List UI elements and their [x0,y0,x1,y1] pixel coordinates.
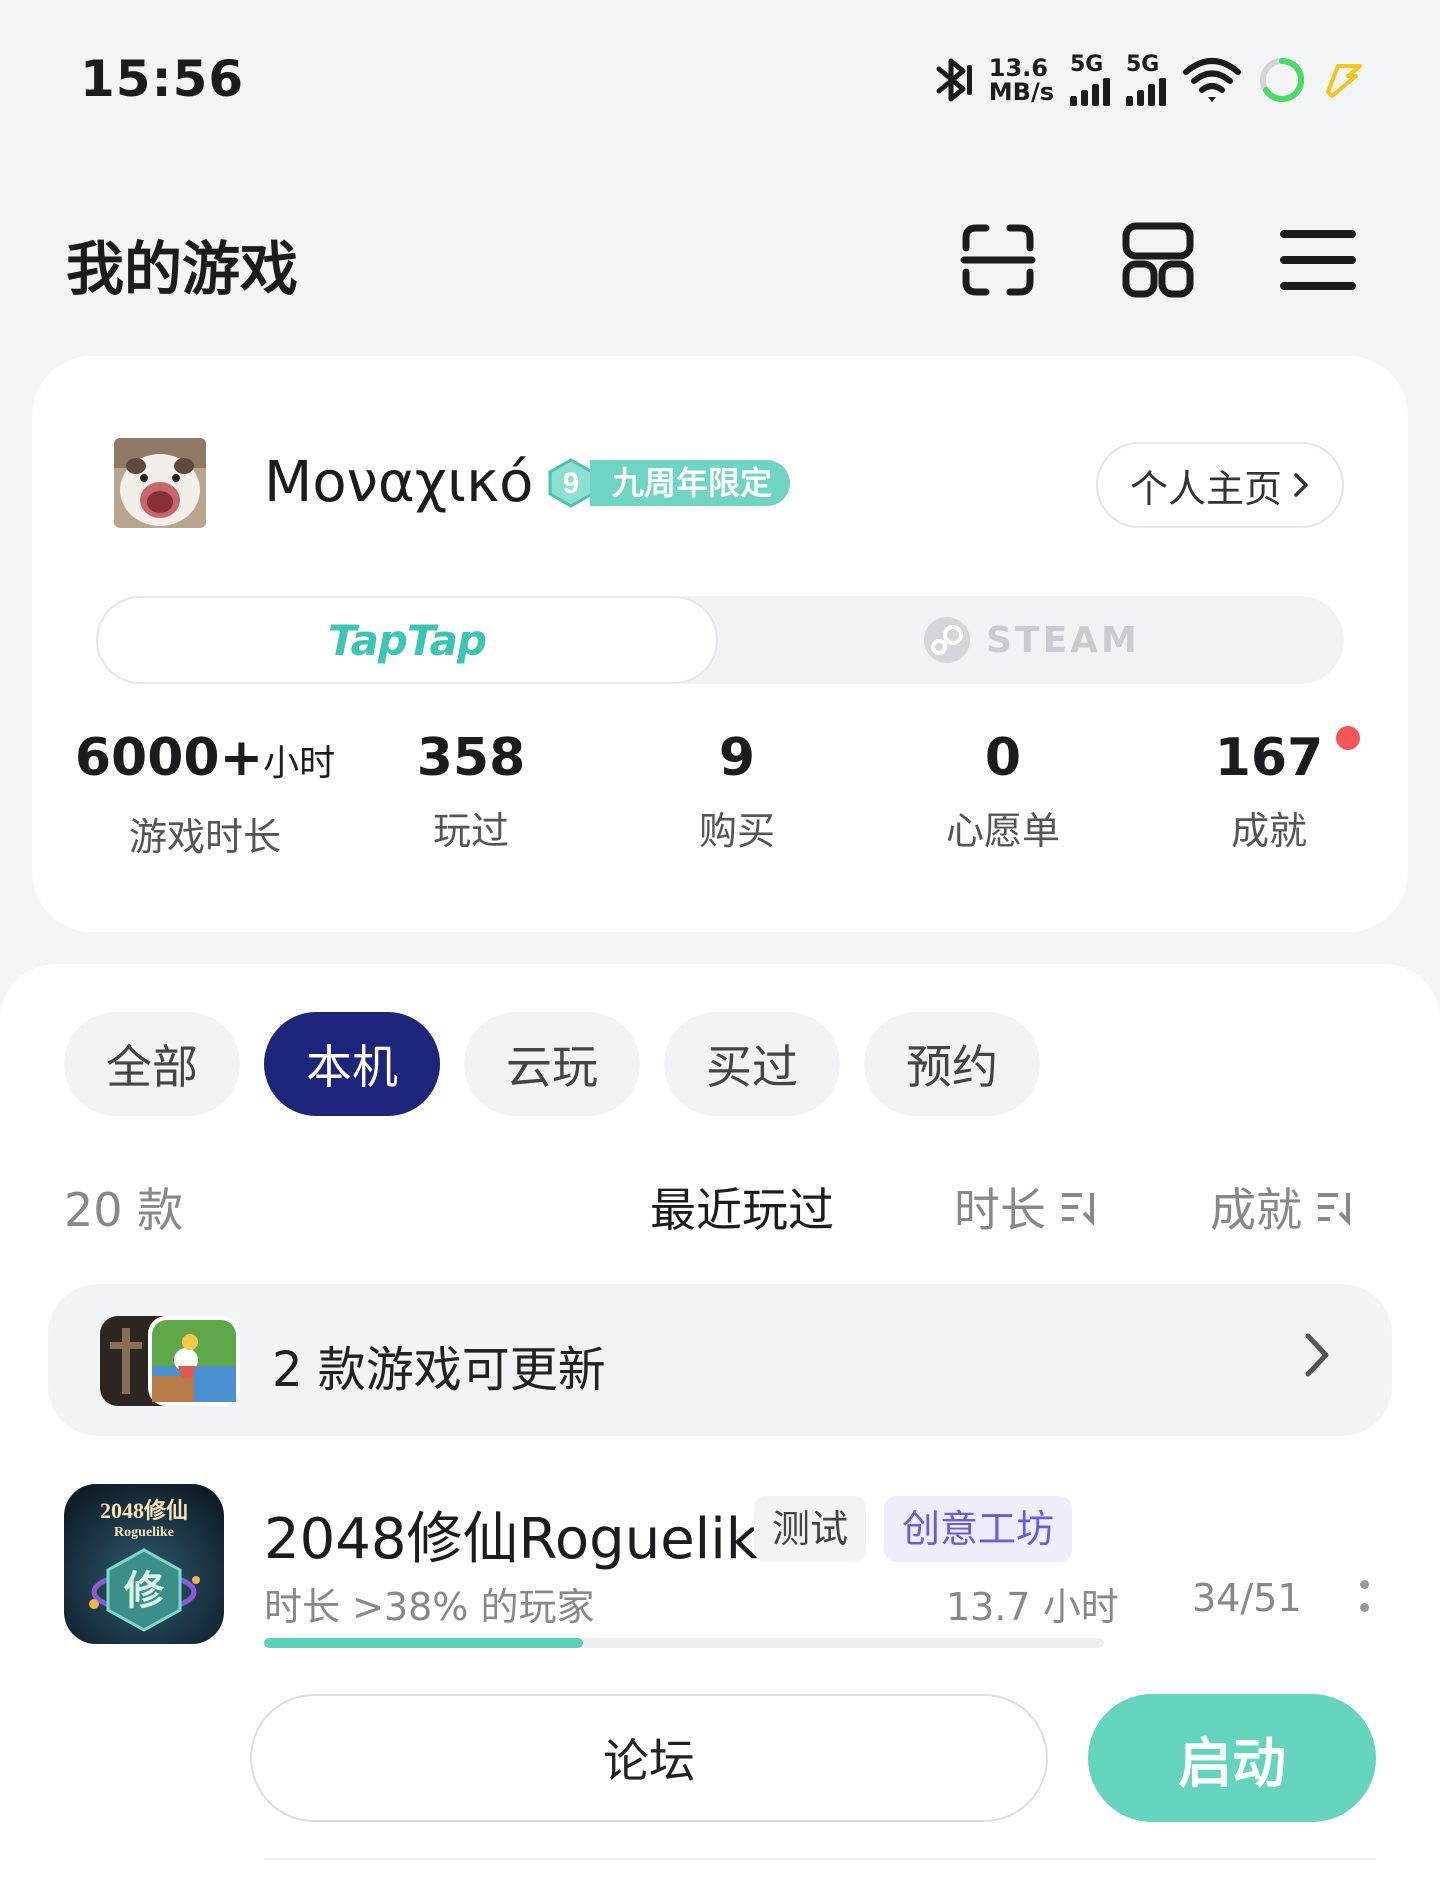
status-icons: 13.6 MB/s 5G 5G [933,52,1362,108]
badge-label: 九周年限定 [590,460,791,506]
game-icon-title: 2048修仙 [100,1498,188,1523]
launch-button[interactable]: 启动 [1088,1694,1376,1822]
game-icon-glyph: 修 [124,1568,165,1614]
stat-label: 玩过 [432,809,509,853]
stat-label: 成就 [1230,809,1307,853]
tab-cloud[interactable]: 云玩 [464,1012,640,1116]
badge-hexagon-icon: 9 [548,458,594,508]
platform-tab-taptap[interactable]: TapTap [96,596,718,684]
game-hours: 13.7 小时 [946,1585,1119,1629]
stat-value: 9 [718,728,756,788]
stat-value: 358 [416,728,526,788]
stat-unit: 小时 [263,743,336,784]
network-speed: 13.6 MB/s [989,56,1054,104]
chevron-right-icon [1294,473,1308,497]
filter-tabs: 全部 本机 云玩 买过 预约 [64,1012,1040,1116]
avatar[interactable] [114,438,206,528]
signal-1-label: 5G [1070,52,1104,77]
page-title: 我的游戏 [66,235,299,303]
steam-label: STEAM [986,619,1140,661]
status-bar: 15:56 13.6 MB/s 5G 5G [0,0,1440,160]
scan-icon[interactable] [958,220,1038,300]
stat-label: 购买 [698,809,775,853]
my-games-page: 15:56 13.6 MB/s 5G 5G 我的游戏 Μοναχικό 9 九周… [0,0,1440,1904]
taptap-logo: TapTap [327,615,487,665]
tab-local[interactable]: 本机 [264,1012,440,1116]
stat-played[interactable]: 358 玩过 [338,726,604,855]
platform-tab-steam[interactable]: STEAM [718,596,1344,684]
badge-number: 9 [563,467,580,500]
net-speed-unit: MB/s [988,78,1054,106]
updates-text: 2 款游戏可更新 [272,1342,606,1398]
more-options-icon[interactable] [1360,1580,1370,1620]
stat-value: 167 [1214,728,1324,788]
divider [264,1858,1376,1860]
game-playtime-rank: 时长 >38% 的玩家 [264,1585,595,1629]
games-panel: 全部 本机 云玩 买过 预约 20 款 最近玩过 时长 成就 2 款游戏可更新 … [0,964,1440,1904]
game-item: 2048修仙 Roguelike 修 2048修仙Roguelik 测试 创意工… [64,1484,1384,1844]
menu-icon[interactable] [1278,220,1358,300]
stat-label: 游戏时长 [128,815,281,859]
stat-play-time[interactable]: 6000+小时 游戏时长 [72,726,338,861]
update-game-icons [100,1316,240,1406]
profile-card: Μοναχικό 9 九周年限定 个人主页 TapTap STEAM 6000+… [32,356,1408,932]
game-count: 20 款 [64,1183,184,1237]
game-title[interactable]: 2048修仙Roguelik [264,1494,758,1575]
stat-achievements[interactable]: 167 成就 [1136,726,1402,855]
platform-switch: TapTap STEAM [96,596,1344,684]
grid-icon[interactable] [1118,220,1198,300]
sort-row: 20 款 最近玩过 时长 成就 [64,1174,1376,1244]
game-achievements: 34/51 [1192,1576,1302,1620]
profile-link-label: 个人主页 [1129,466,1282,511]
sort-achievement[interactable]: 成就 [1210,1174,1356,1240]
stat-value: 0 [984,728,1022,788]
forum-button[interactable]: 论坛 [250,1694,1048,1822]
playtime-progress-bar [264,1638,1104,1648]
stat-wishlist[interactable]: 0 心愿单 [870,726,1136,855]
game-icon[interactable]: 2048修仙 Roguelike 修 [64,1484,224,1644]
wifi-icon [1183,58,1241,102]
tab-purchased[interactable]: 买过 [664,1012,840,1116]
sort-duration[interactable]: 时长 [954,1174,1100,1240]
updates-available-bar[interactable]: 2 款游戏可更新 [48,1284,1392,1436]
sort-recent-label: 最近玩过 [650,1183,834,1237]
signal-2-label: 5G [1126,52,1160,77]
bluetooth-icon [936,58,972,102]
stat-value: 6000+ [74,728,264,788]
signal-icon [1070,76,1110,106]
tag-workshop: 创意工坊 [884,1496,1073,1562]
charging-bolt-icon [1326,64,1362,98]
header-actions [958,220,1358,300]
sort-achievement-label: 成就 [1210,1183,1302,1237]
sort-recent[interactable]: 最近玩过 [650,1174,834,1240]
battery-ring-icon [1260,57,1305,102]
profile-page-button[interactable]: 个人主页 [1096,442,1344,528]
notification-dot [1336,726,1360,750]
tab-all[interactable]: 全部 [64,1012,240,1116]
sort-icon [1062,1193,1094,1225]
game-icon-subtitle: Roguelike [114,1525,174,1540]
steam-icon [924,617,971,663]
stat-purchased[interactable]: 9 购买 [604,726,870,855]
signal-1: 5G [1070,54,1110,106]
net-speed-value: 13.6 [988,54,1048,82]
sort-duration-label: 时长 [954,1183,1046,1237]
username: Μοναχικό [264,450,534,515]
stat-label: 心愿单 [945,809,1060,853]
anniversary-badge: 9 九周年限定 [546,458,791,508]
signal-icon [1126,76,1166,106]
tab-reserved[interactable]: 预约 [864,1012,1040,1116]
chevron-right-icon [1305,1333,1329,1377]
signal-2: 5G [1126,54,1166,106]
progress-fill [264,1638,584,1648]
tag-beta: 测试 [754,1496,867,1562]
sort-icon [1318,1193,1350,1225]
status-time: 15:56 [80,50,245,108]
stats-row: 6000+小时 游戏时长 358 玩过 9 购买 0 心愿单 167 成就 [32,726,1408,859]
